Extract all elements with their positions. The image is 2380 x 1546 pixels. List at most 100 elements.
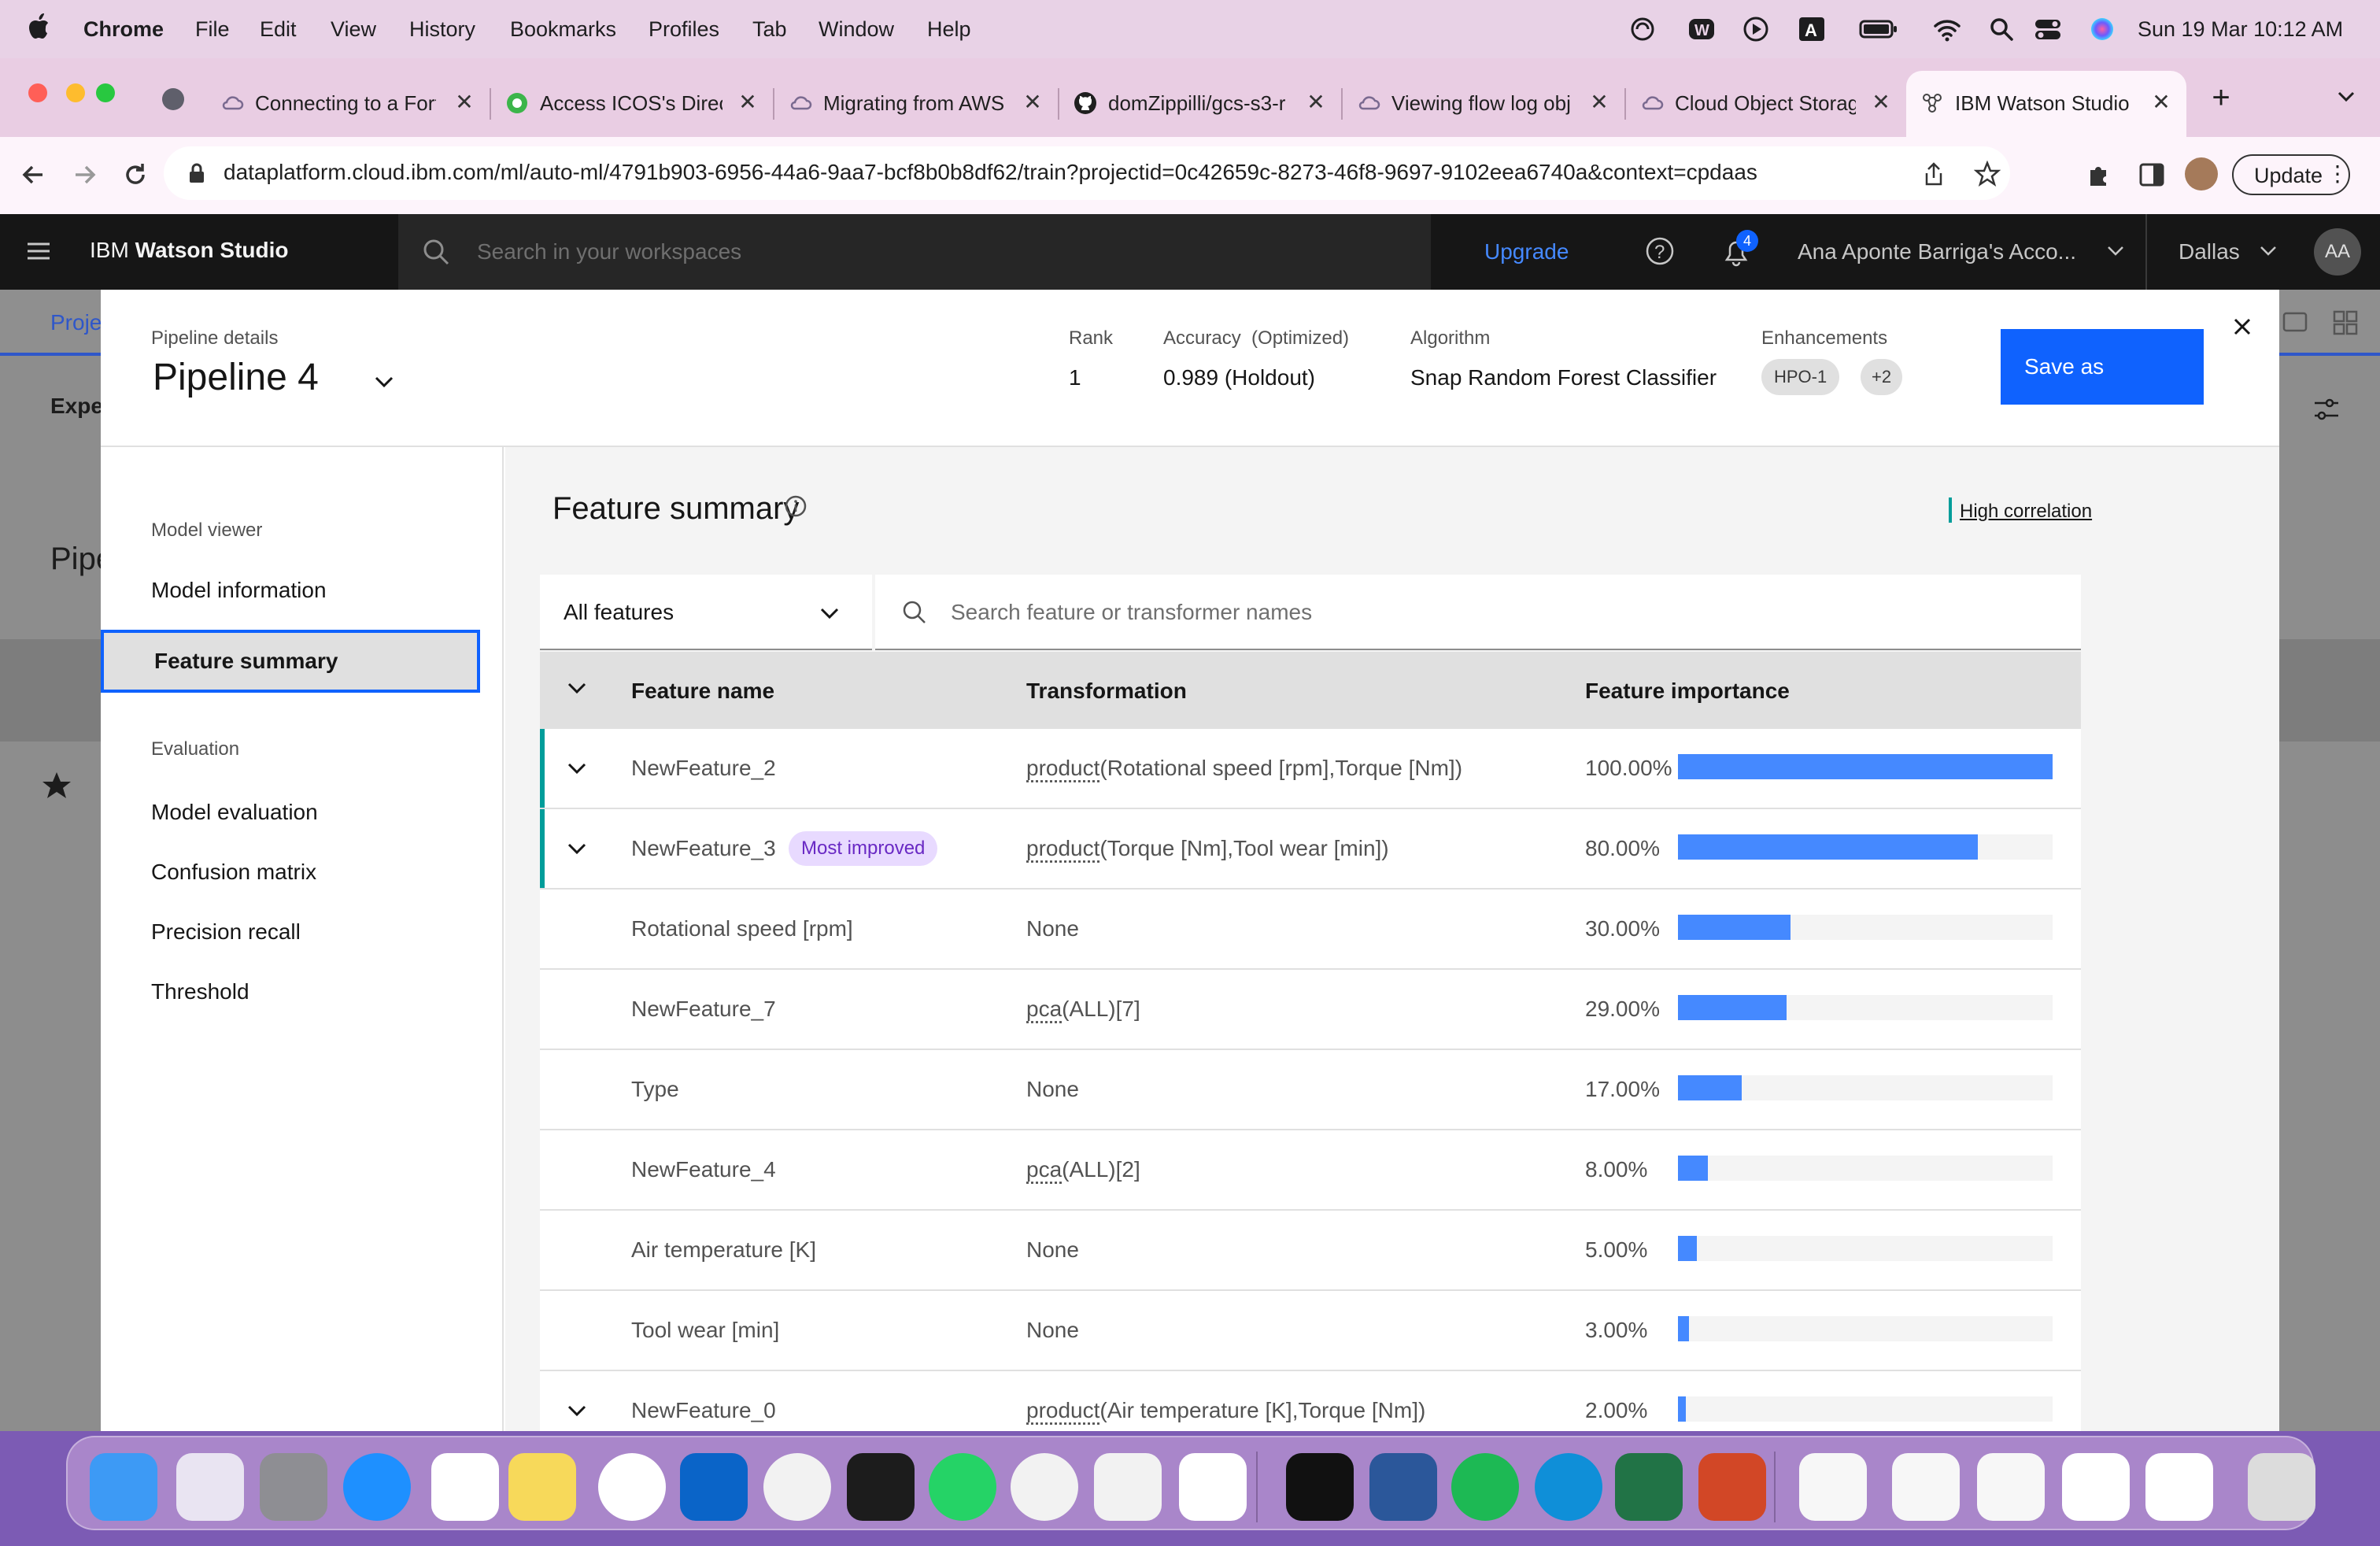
nav-item-model-information[interactable]: Model information <box>151 578 327 603</box>
transformer-name[interactable]: pca <box>1026 1157 1062 1182</box>
enhancement-tag[interactable]: HPO-1 <box>1761 359 1840 395</box>
row-expand-chevron-icon[interactable] <box>567 842 587 856</box>
nav-item-precision-recall[interactable]: Precision recall <box>151 919 301 945</box>
feature-filter-dropdown[interactable]: All features <box>540 575 872 650</box>
window-maximize-icon[interactable] <box>96 83 115 102</box>
pipeline-name[interactable]: Pipeline 4 <box>153 356 319 399</box>
tab-close-icon[interactable]: ✕ <box>1868 90 1894 115</box>
new-tab-icon[interactable]: + <box>2205 82 2237 113</box>
chrome-icon[interactable] <box>1011 1453 1078 1521</box>
screenshot-3-icon[interactable] <box>2062 1453 2130 1521</box>
lock-icon[interactable] <box>187 162 206 184</box>
powerpoint-icon[interactable] <box>1698 1453 1766 1521</box>
table-row[interactable]: NewFeature_2 product(Rotational speed [rp… <box>540 729 2081 809</box>
apple-icon[interactable] <box>27 13 50 39</box>
account-switcher[interactable]: Ana Aponte Barriga's Acco... <box>1798 239 2076 264</box>
battery-icon[interactable] <box>1859 16 1898 43</box>
tab-github[interactable]: domZippilli/gcs-s3-r ✕ <box>1059 71 1343 137</box>
menu-help[interactable]: Help <box>927 16 971 43</box>
column-header-feature-name[interactable]: Feature name <box>631 679 774 704</box>
spotlight-icon[interactable] <box>1988 16 2015 43</box>
feature-search-input[interactable]: Search feature or transformer names <box>875 575 2081 650</box>
finder-icon[interactable] <box>90 1453 157 1521</box>
menu-bookmarks[interactable]: Bookmarks <box>510 16 616 43</box>
upgrade-link[interactable]: Upgrade <box>1484 239 1569 264</box>
tab-flow-log[interactable]: Viewing flow log obj ✕ <box>1343 71 1626 137</box>
bookmark-star-icon[interactable] <box>1974 161 2001 187</box>
expand-all-chevron-icon[interactable] <box>567 682 587 696</box>
region-selector[interactable]: Dallas <box>2179 239 2240 264</box>
outlook-icon[interactable] <box>680 1453 748 1521</box>
transformer-name[interactable]: product <box>1026 756 1099 780</box>
table-row[interactable]: NewFeature_3 Most improved product(Torque … <box>540 809 2081 890</box>
reminders-icon[interactable] <box>431 1453 499 1521</box>
window-close-icon[interactable] <box>28 83 47 102</box>
close-icon[interactable] <box>2230 315 2254 338</box>
share-icon[interactable] <box>1920 161 1947 187</box>
side-panel-icon[interactable] <box>2138 161 2166 189</box>
reload-icon[interactable] <box>121 161 150 189</box>
extensions-icon[interactable] <box>2086 161 2114 189</box>
table-row[interactable]: Air temperature [K] None 5.00% <box>540 1211 2081 1291</box>
transformer-name[interactable]: product <box>1026 836 1099 860</box>
edge-icon[interactable] <box>1535 1453 1602 1521</box>
row-expand-chevron-icon[interactable] <box>567 762 587 776</box>
url-text[interactable]: dataplatform.cloud.ibm.com/ml/auto-ml/47… <box>224 160 1757 185</box>
help-icon[interactable]: ? <box>1645 236 1675 266</box>
menu-profiles[interactable]: Profiles <box>649 16 719 43</box>
script-editor-icon[interactable] <box>1094 1453 1162 1521</box>
column-header-transformation[interactable]: Transformation <box>1026 679 1187 704</box>
menu-file[interactable]: File <box>195 16 230 43</box>
tab-ibm-watson-studio[interactable]: IBM Watson Studio ✕ <box>1906 71 2186 137</box>
profile-avatar[interactable] <box>2185 157 2218 190</box>
nav-item-threshold[interactable]: Threshold <box>151 979 249 1004</box>
notes-icon[interactable] <box>508 1453 576 1521</box>
tab-cloud-object-storage[interactable]: Cloud Object Storag ✕ <box>1626 71 1906 137</box>
table-row[interactable]: Tool wear [min] None 3.00% <box>540 1291 2081 1371</box>
tab-search-icon[interactable] <box>2333 85 2360 109</box>
update-button[interactable]: Update ⋮ <box>2232 154 2350 195</box>
row-expand-chevron-icon[interactable] <box>567 1404 587 1418</box>
vscode-icon[interactable] <box>1179 1453 1247 1521</box>
info-icon[interactable] <box>784 494 808 518</box>
tab-group-icon[interactable] <box>162 88 184 110</box>
window-minimize-icon[interactable] <box>66 83 85 102</box>
tab-close-icon[interactable]: ✕ <box>1303 90 1329 115</box>
menu-app-name[interactable]: Chrome <box>83 16 164 43</box>
menu-window[interactable]: Window <box>819 16 894 43</box>
hamburger-menu-icon[interactable] <box>25 238 52 264</box>
menu-clock[interactable]: Sun 19 Mar 10:12 AM <box>2138 16 2343 43</box>
control-center-icon[interactable] <box>2034 16 2062 43</box>
tab-close-icon[interactable]: ✕ <box>452 90 477 115</box>
safari-icon[interactable] <box>343 1453 411 1521</box>
nav-item-model-evaluation[interactable]: Model evaluation <box>151 800 318 825</box>
activity-monitor-icon[interactable] <box>763 1453 831 1521</box>
screenshot-1-icon[interactable] <box>1892 1453 1960 1521</box>
back-icon[interactable] <box>19 161 47 189</box>
enhancement-more-tag[interactable]: +2 <box>1861 359 1903 395</box>
tab-close-icon[interactable]: ✕ <box>735 90 760 115</box>
system-settings-icon[interactable] <box>260 1453 327 1521</box>
whatsapp-icon[interactable] <box>929 1453 996 1521</box>
status-input-icon[interactable]: A <box>1798 16 1826 43</box>
forward-icon[interactable] <box>71 161 99 189</box>
address-bar[interactable]: dataplatform.cloud.ibm.com/ml/auto-ml/47… <box>164 146 2010 200</box>
transformer-name[interactable]: pca <box>1026 997 1062 1021</box>
slack-icon[interactable] <box>598 1453 666 1521</box>
menu-edit[interactable]: Edit <box>260 16 297 43</box>
menu-tab[interactable]: Tab <box>752 16 787 43</box>
table-row[interactable]: NewFeature_7 pca(ALL)[7] 29.00% <box>540 970 2081 1050</box>
siri-icon[interactable] <box>2089 16 2116 43</box>
menu-view[interactable]: View <box>331 16 376 43</box>
user-avatar[interactable]: AA <box>2314 228 2361 276</box>
table-row[interactable]: NewFeature_4 pca(ALL)[2] 8.00% <box>540 1130 2081 1211</box>
pipeline-dropdown-chevron-icon[interactable] <box>373 375 395 390</box>
nav-item-confusion-matrix[interactable]: Confusion matrix <box>151 860 316 885</box>
word-icon[interactable] <box>1369 1453 1437 1521</box>
tab-connecting[interactable]: Connecting to a Fort ✕ <box>206 71 491 137</box>
tab-close-icon[interactable]: ✕ <box>2149 90 2174 115</box>
save-as-button[interactable]: Save as <box>2001 329 2204 405</box>
tab-close-icon[interactable]: ✕ <box>1020 90 1045 115</box>
status-sync-icon[interactable] <box>1629 16 1656 43</box>
tab-migrating[interactable]: Migrating from AWS ✕ <box>774 71 1059 137</box>
